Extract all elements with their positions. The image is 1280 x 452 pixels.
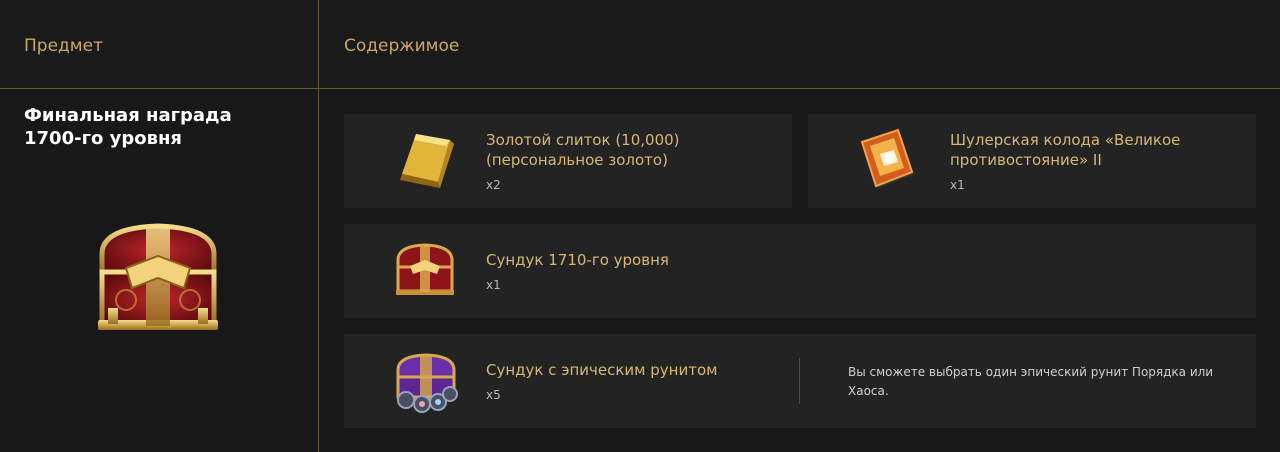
- content-card-gold-bar: Золотой слиток (10,000) (персональное зо…: [344, 114, 792, 208]
- card-deck-icon: [860, 128, 914, 188]
- content-card-level-chest: Сундук 1710-го уровня x1: [344, 224, 1256, 318]
- content-name: Шулерская колода «Великое противостояние…: [950, 131, 1181, 169]
- content-qty: x1: [950, 178, 965, 192]
- gold-bar-icon: [400, 134, 454, 188]
- content-name: Золотой слиток (10,000) (персональное зо…: [486, 131, 680, 169]
- red-chest-icon: [396, 243, 454, 295]
- column-divider: [318, 0, 319, 452]
- header-contents-label: Содержимое: [344, 36, 460, 56]
- content-name: Сундук с эпическим рунитом: [486, 361, 718, 379]
- rune-chest-icon: [396, 353, 458, 413]
- note-divider: [799, 358, 800, 404]
- red-gold-chest-icon: [98, 223, 218, 330]
- table-header: [0, 0, 1280, 89]
- reward-title: Финальная награда 1700-го уровня: [24, 105, 232, 149]
- content-qty: x5: [486, 388, 501, 402]
- content-qty: x2: [486, 178, 501, 192]
- content-card-card-deck: Шулерская колода «Великое противостояние…: [808, 114, 1256, 208]
- content-note: Вы сможете выбрать один эпический рунит …: [848, 365, 1214, 398]
- content-name: Сундук 1710-го уровня: [486, 251, 669, 269]
- content-card-rune-chest: Сундук с эпическим рунитом x5 Вы сможете…: [344, 334, 1256, 428]
- header-item-label: Предмет: [24, 36, 103, 56]
- content-qty: x1: [486, 278, 501, 292]
